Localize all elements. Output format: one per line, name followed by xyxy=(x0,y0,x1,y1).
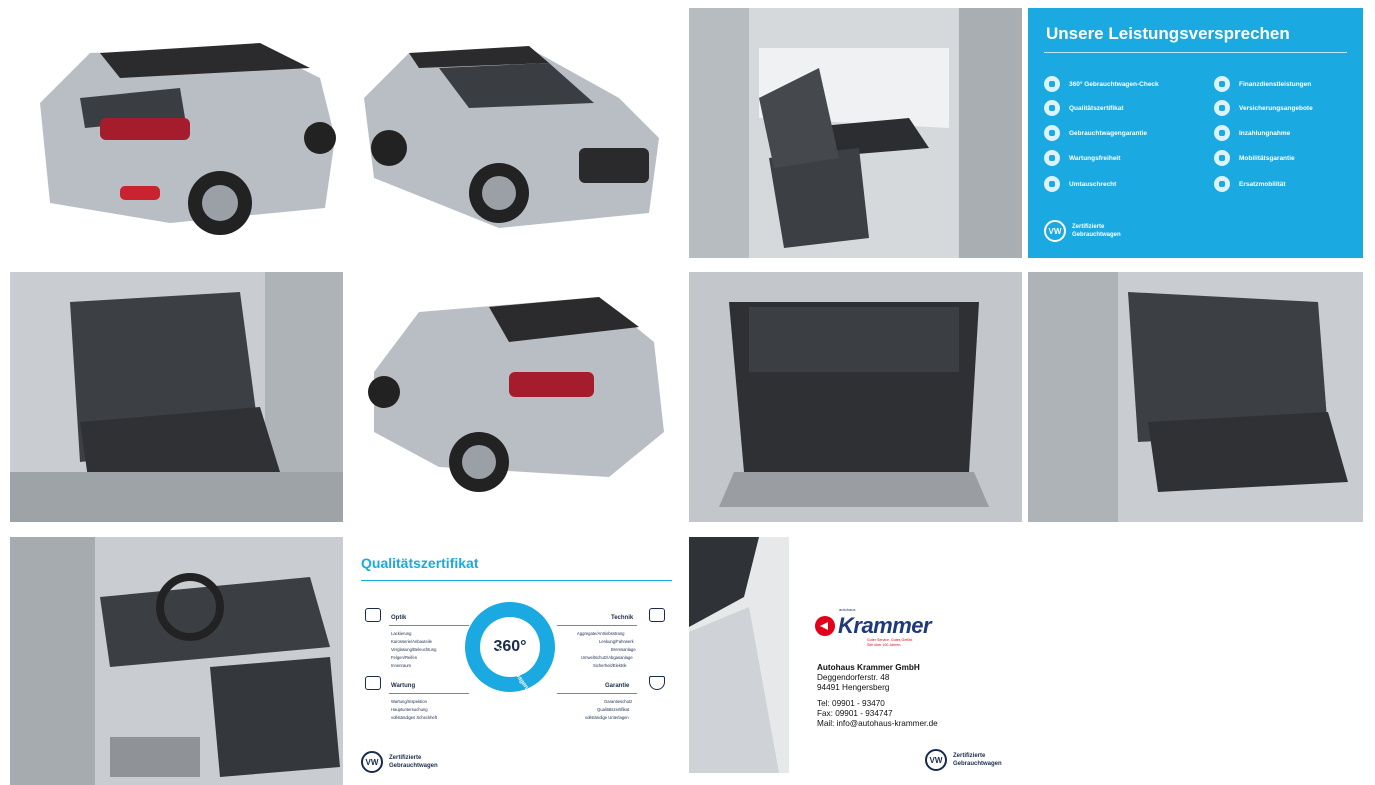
promise-item-tradein: Inzahlungnahme xyxy=(1214,125,1290,141)
section-wartung: Wartung xyxy=(391,683,416,689)
car-front-crop-image xyxy=(689,537,789,773)
gallery-photo-4[interactable] xyxy=(10,272,343,522)
trunk-image xyxy=(689,272,1022,522)
brand-small-label: autohaus xyxy=(839,607,856,612)
promise-footer: VW Zertifizierte Gebrauchtwagen xyxy=(1044,220,1121,242)
krammer-logo: Krammer xyxy=(815,613,932,639)
dealer-slogan: Guter Service. Gutes Gefühl. Seit über 1… xyxy=(867,638,914,647)
gallery-photo-8[interactable] xyxy=(10,537,343,785)
car-front-image xyxy=(349,8,682,258)
gallery-photo-3[interactable] xyxy=(689,8,1022,258)
wrench-icon xyxy=(365,676,381,690)
dealer-tel: Tel: 09901 - 93470 xyxy=(817,699,885,708)
cockpit-image xyxy=(10,537,343,785)
certificate-icon xyxy=(1044,100,1060,116)
dealer-address: Autohaus Krammer GmbH Deggendorferstr. 4… xyxy=(817,663,938,728)
dealer-fax: Fax: 09901 - 934747 xyxy=(817,709,893,718)
exchange-icon xyxy=(1044,176,1060,192)
car-rear-image xyxy=(10,8,343,258)
promise-item-certificate: Qualitätszertifikat xyxy=(1044,100,1124,116)
promise-item-insurance: Versicherungsangebote xyxy=(1214,100,1313,116)
check-360-badge: 360° Gebrauchtwagen-Check xyxy=(465,602,555,707)
check-360-icon xyxy=(1044,76,1060,92)
interior-rear-seats-image xyxy=(10,272,343,522)
section-optik: Optik xyxy=(391,615,407,621)
promise-item-finance: Finanzdienstleistungen xyxy=(1214,76,1311,92)
promise-item-maintenance: Wartungsfreiheit xyxy=(1044,150,1120,166)
dealer-card[interactable]: autohaus Krammer Guter Service. Gutes Ge… xyxy=(689,537,1022,785)
car-icon xyxy=(1214,150,1230,166)
vw-logo-icon: VW xyxy=(1044,220,1066,242)
promise-item-warranty: Gebrauchtwagengarantie xyxy=(1044,125,1147,141)
vw-logo-icon: VW xyxy=(361,751,383,773)
insurance-icon xyxy=(1214,100,1230,116)
dealer-footer: VW Zertifizierte Gebrauchtwagen xyxy=(925,749,1002,771)
car-rear-left-image xyxy=(349,272,682,522)
gallery-photo-6[interactable] xyxy=(689,272,1022,522)
car-technik-icon xyxy=(649,608,665,622)
gallery-photo-5[interactable] xyxy=(349,272,682,522)
dealer-mail: Mail: info@autohaus-krammer.de xyxy=(817,719,938,728)
interior-front-image xyxy=(689,8,1022,258)
dealer-company: Autohaus Krammer GmbH xyxy=(817,663,920,672)
finance-icon xyxy=(1214,76,1230,92)
krammer-logo-icon xyxy=(815,616,835,636)
shield-icon xyxy=(649,676,665,690)
section-garantie: Garantie xyxy=(605,683,630,689)
promise-title: Unsere Leistungsversprechen xyxy=(1046,24,1290,43)
gallery-photo-7[interactable] xyxy=(1028,272,1363,522)
promise-item-replacement: Ersatzmobilität xyxy=(1214,176,1286,192)
promise-item-check: 360° Gebrauchtwagen-Check xyxy=(1044,76,1159,92)
replacement-car-icon xyxy=(1214,176,1230,192)
gallery-photo-2[interactable] xyxy=(349,8,682,258)
interior-rear-seats-right-image xyxy=(1028,272,1363,522)
car-optics-icon xyxy=(365,608,381,622)
promise-divider xyxy=(1044,52,1347,53)
cert-footer: VW Zertifizierte Gebrauchtwagen xyxy=(361,751,438,773)
section-technik: Technik xyxy=(611,615,634,621)
promise-item-mobility: Mobilitätsgarantie xyxy=(1214,150,1295,166)
vw-logo-icon: VW xyxy=(925,749,947,771)
cert-title: Qualitätszertifikat xyxy=(361,555,479,571)
shield-icon xyxy=(1044,125,1060,141)
promise-card[interactable]: Unsere Leistungsversprechen 360° Gebrauc… xyxy=(1028,8,1363,258)
promise-item-exchange: Umtauschrecht xyxy=(1044,176,1116,192)
tradein-icon xyxy=(1214,125,1230,141)
gallery-photo-1[interactable] xyxy=(10,8,343,258)
cert-divider xyxy=(361,580,672,581)
cert-card[interactable]: Qualitätszertifikat Optik Lackierung Kar… xyxy=(349,537,682,785)
wrench-icon xyxy=(1044,150,1060,166)
